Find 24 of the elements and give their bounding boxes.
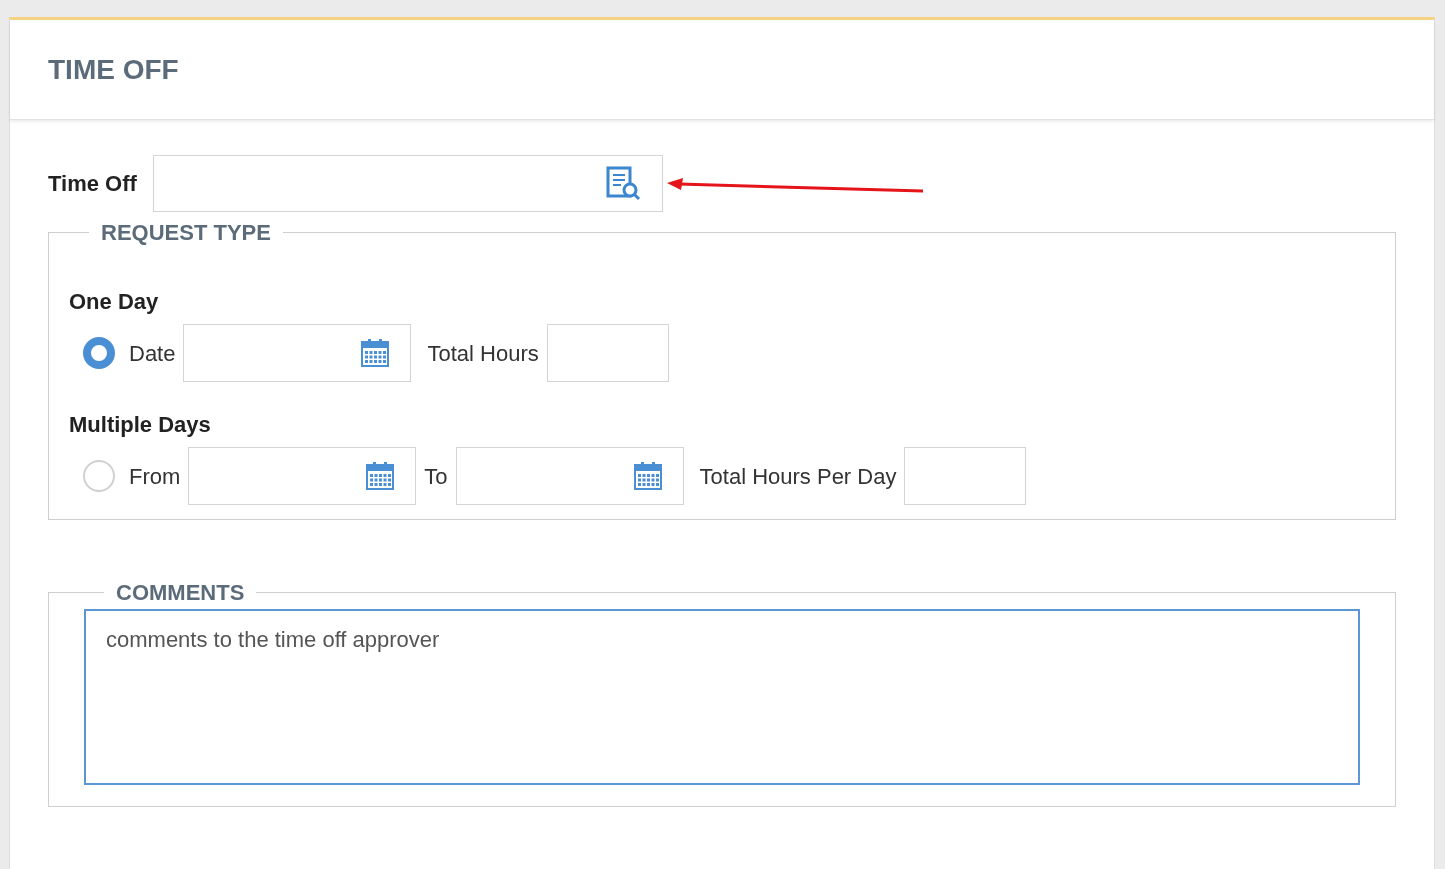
field-label: Date bbox=[129, 339, 176, 368]
calendar-icon[interactable] bbox=[360, 338, 391, 368]
field-label: To bbox=[424, 462, 448, 491]
date-field[interactable] bbox=[188, 447, 417, 505]
option-heading: Multiple Days bbox=[69, 411, 212, 439]
field-label: Total Hours Per Day bbox=[699, 462, 897, 491]
calendar-icon[interactable] bbox=[632, 461, 663, 491]
radio-button[interactable] bbox=[83, 337, 115, 369]
date-field[interactable] bbox=[455, 447, 684, 505]
input-field[interactable] bbox=[904, 447, 1027, 505]
page-title: TIME OFF bbox=[48, 52, 179, 87]
field-label: Time Off bbox=[48, 170, 137, 198]
date-field[interactable] bbox=[183, 324, 412, 382]
section-legend: REQUEST TYPE bbox=[89, 216, 283, 249]
radio-button[interactable] bbox=[83, 460, 115, 492]
lookup-field[interactable] bbox=[152, 155, 663, 212]
comments-field[interactable]: comments to the time off approver bbox=[84, 609, 1360, 785]
section-legend: COMMENTS bbox=[104, 576, 257, 609]
field-label: Total Hours bbox=[427, 339, 539, 368]
document-search-icon[interactable] bbox=[605, 165, 642, 202]
input-field[interactable] bbox=[546, 324, 669, 382]
field-label: From bbox=[129, 462, 181, 491]
option-heading: One Day bbox=[69, 288, 160, 316]
calendar-icon[interactable] bbox=[365, 461, 396, 491]
